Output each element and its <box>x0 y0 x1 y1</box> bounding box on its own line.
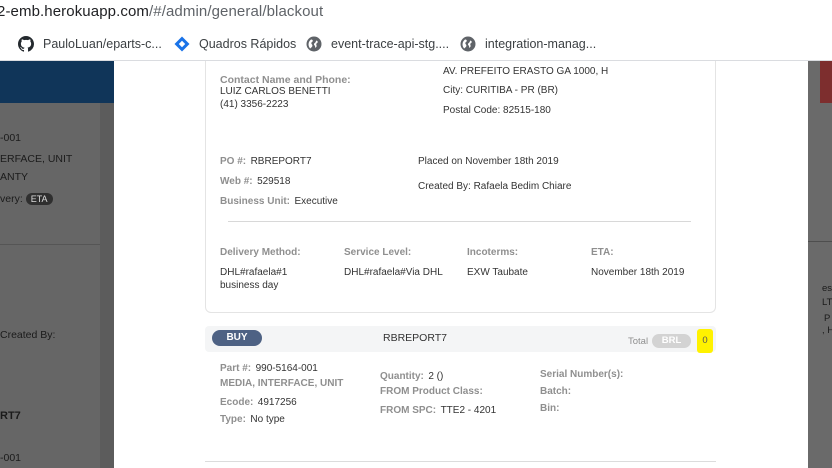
globe-icon <box>460 36 476 52</box>
po-row: PO #: RBREPORT7 <box>220 156 312 167</box>
contact-label: Contact Name and Phone: <box>220 74 351 86</box>
ecode-row: Ecode: 4917256 <box>220 397 297 408</box>
divider <box>0 244 100 245</box>
bookmark-label: PauloLuan/eparts-c... <box>43 37 162 51</box>
bg-text: ess <box>822 283 832 294</box>
address-bar[interactable]: 2-emb.herokuapp.com/#/admin/general/blac… <box>0 0 832 26</box>
postal-row: Postal Code: 82515-180 <box>443 105 551 116</box>
total-value: 0 <box>697 329 713 353</box>
right-accent <box>820 61 832 103</box>
divider <box>228 221 691 222</box>
bg-text: ANTY <box>0 171 29 183</box>
spc-row: FROM SPC: TTE2 - 4201 <box>380 405 497 416</box>
bg-text: ERFACE, UNIT <box>0 153 73 165</box>
bookmark-label: event-trace-api-stg.... <box>331 37 450 51</box>
right-panel <box>808 61 832 468</box>
item-description: MEDIA, INTERFACE, UNIT <box>220 378 344 389</box>
bg-text: -001 <box>0 132 22 144</box>
buy-button[interactable]: BUY <box>212 330 262 346</box>
bin-label: Bin: <box>540 403 560 414</box>
bg-text: , H <box>822 325 832 336</box>
divider <box>205 461 716 462</box>
bg-text: P <box>824 313 831 324</box>
globe-icon <box>306 36 322 52</box>
quantity-row: Quantity: 2 () <box>380 371 444 382</box>
bookmark-label: Quadros Rápidos <box>199 37 297 51</box>
bookmark-event-trace[interactable]: event-trace-api-stg.... <box>306 35 449 53</box>
currency-badge: BRL <box>652 334 691 348</box>
service-level-label: Service Level: <box>344 247 412 258</box>
placed-on: Placed on November 18th 2019 <box>418 156 559 167</box>
delivery-method-value: DHL#rafaela#1 <box>220 267 288 278</box>
bookmark-label: integration-manag... <box>485 37 597 51</box>
business-unit-row: Business Unit: Executive <box>220 196 338 207</box>
bookmark-integration[interactable]: integration-manag... <box>460 35 596 53</box>
created-by: Created By: Rafaela Bedim Chiare <box>418 181 572 192</box>
eta-badge: ETA <box>25 193 53 205</box>
city-row: City: CURITIBA - PR (BR) <box>443 85 559 96</box>
serial-label: Serial Number(s): <box>540 369 624 380</box>
total-label: Total <box>628 336 649 347</box>
bg-text: LT <box>822 297 832 308</box>
bookmark-eparts[interactable]: PauloLuan/eparts-c... <box>18 35 162 53</box>
delivery-method-value: business day <box>220 280 279 291</box>
bookmarks-bar: PauloLuan/eparts-c... Quadros Rápidos ev… <box>0 26 832 61</box>
bg-delivery: very: ETA <box>0 193 53 205</box>
batch-label: Batch: <box>540 386 572 397</box>
type-row: Type: No type <box>220 414 285 425</box>
contact-name: LUIZ CARLOS BENETTI <box>220 86 331 97</box>
contact-phone: (41) 3356-2223 <box>220 99 289 110</box>
divider <box>808 241 832 242</box>
github-icon <box>18 36 34 52</box>
bg-text: -001 <box>0 452 22 464</box>
service-level-value: DHL#rafaela#Via DHL <box>344 267 443 278</box>
part-row: Part #: 990-5164-001 <box>220 363 318 374</box>
bg-text: RT7 <box>0 410 21 422</box>
incoterms-value: EXW Taubate <box>467 267 528 278</box>
web-row: Web #: 529518 <box>220 176 291 187</box>
diamond-icon <box>174 36 190 52</box>
item-reference: RBREPORT7 <box>383 332 447 344</box>
bookmark-quadros[interactable]: Quadros Rápidos <box>174 35 296 53</box>
eta-value: November 18th 2019 <box>591 267 685 278</box>
product-class-label: FROM Product Class: <box>380 386 483 397</box>
bg-text: Created By: <box>0 329 56 341</box>
delivery-method-label: Delivery Method: <box>220 247 301 258</box>
address-line: AV. PREFEITO ERASTO GA 1000, H <box>443 66 609 77</box>
incoterms-label: Incoterms: <box>467 247 519 258</box>
eta-label: ETA: <box>591 247 614 258</box>
url-text[interactable]: 2-emb.herokuapp.com/#/admin/general/blac… <box>0 3 323 20</box>
